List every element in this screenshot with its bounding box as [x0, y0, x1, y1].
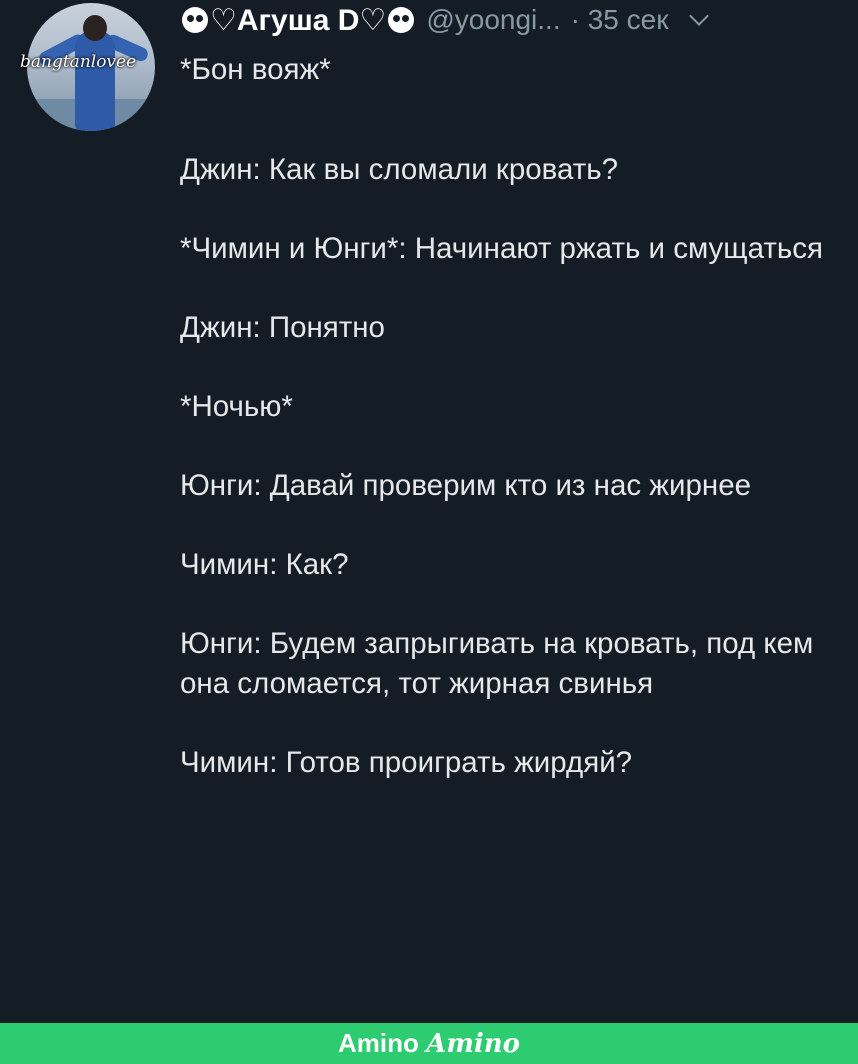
- tweet-time[interactable]: · 35 сек: [571, 4, 669, 36]
- avatar-watermark: bangtanlovee: [20, 52, 137, 72]
- amino-footer-bar: Amino Amino: [0, 1023, 858, 1064]
- tweet-line: Чимин: Как?: [180, 548, 349, 581]
- avatar-figure: [75, 31, 115, 131]
- chevron-down-icon[interactable]: [689, 6, 710, 26]
- author-name[interactable]: ♡Агуша D♡: [210, 3, 386, 38]
- tweet-line: *Чимин и Юнги*: Начинают ржать и смущать…: [180, 232, 823, 265]
- tweet-body: *Бон вояж* Джин: Как вы сломали кровать?…: [180, 50, 830, 822]
- panda-icon: [388, 7, 415, 33]
- tweet-header: ♡Агуша D♡ @yoongi... · 35 сек: [180, 2, 840, 38]
- footer-brand: Amino: [338, 1028, 419, 1058]
- tweet-line: Джин: Как вы сломали кровать?: [180, 153, 619, 186]
- tweet-line: *Бон вояж*: [180, 53, 331, 86]
- tweet-line: Джин: Понятно: [180, 311, 385, 344]
- tweet-line: Чимин: Готов проиграть жирдяй?: [180, 746, 633, 779]
- avatar-head: [83, 15, 107, 41]
- tweet-line: Юнги: Давай проверим кто из нас жирнее: [180, 469, 752, 502]
- tweet-line: *Ночью*: [180, 390, 293, 423]
- tweet-line: Юнги: Будем запрыгивать на кровать, под …: [180, 627, 814, 700]
- amino-logo: Amino: [426, 1029, 520, 1059]
- panda-icon: [182, 7, 208, 33]
- author-handle[interactable]: @yoongi...: [426, 4, 560, 36]
